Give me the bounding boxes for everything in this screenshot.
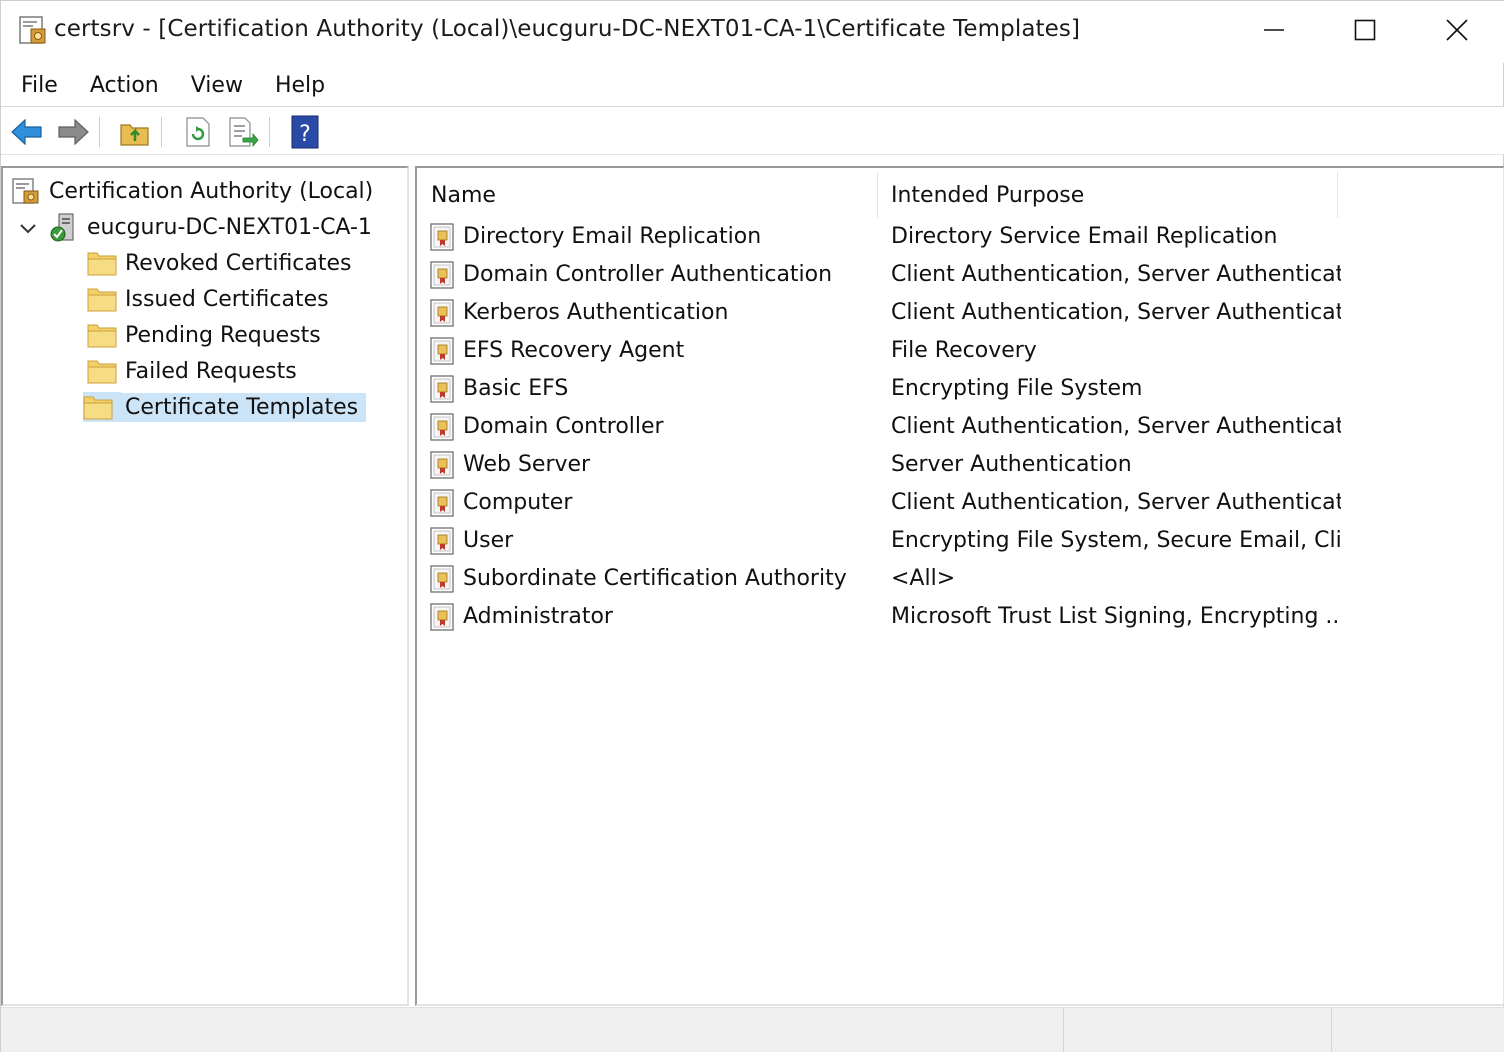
back-arrow-icon[interactable] <box>9 115 45 149</box>
title-bar: certsrv - [Certification Authority (Loca… <box>1 1 1504 63</box>
list-item[interactable]: User Encrypting File System, Secure Email… <box>417 524 1503 562</box>
menu-action[interactable]: Action <box>74 65 175 107</box>
template-name: Computer <box>463 490 573 515</box>
toolbar-divider <box>1 154 1504 155</box>
certificate-template-icon <box>429 488 457 518</box>
maximize-icon[interactable] <box>1319 1 1411 59</box>
folder-icon <box>87 248 117 278</box>
minimize-icon[interactable] <box>1228 1 1320 59</box>
template-name: Domain Controller Authentication <box>463 262 833 287</box>
template-name: EFS Recovery Agent <box>463 338 685 363</box>
tree-item-failed-requests[interactable]: Failed Requests <box>87 354 297 388</box>
template-intended-purpose: Server Authentication <box>891 452 1132 477</box>
certificate-template-icon <box>429 526 457 556</box>
tree-item-ca-server[interactable]: eucguru-DC-NEXT01-CA-1 <box>49 210 372 244</box>
toolbar-separator <box>269 117 270 147</box>
folder-icon <box>87 320 117 350</box>
folder-icon <box>87 356 117 386</box>
template-name: Kerberos Authentication <box>463 300 729 325</box>
help-icon[interactable]: ? <box>287 115 323 149</box>
tree-label: Certification Authority (Local) <box>49 178 374 204</box>
console-tree-pane[interactable]: Certification Authority (Local) eucguru-… <box>1 166 409 1006</box>
certificate-template-icon <box>429 260 457 290</box>
certificate-template-icon <box>429 298 457 328</box>
template-intended-purpose: Client Authentication, Server Authentica… <box>891 262 1341 287</box>
toolbar-separator <box>161 117 162 147</box>
list-item[interactable]: Administrator Microsoft Trust List Signin… <box>417 600 1503 638</box>
window-title: certsrv - [Certification Authority (Loca… <box>54 16 1081 42</box>
template-name: Domain Controller <box>463 414 664 439</box>
tree-label: Issued Certificates <box>125 286 329 312</box>
menu-file[interactable]: File <box>1 65 74 107</box>
column-divider[interactable] <box>1337 172 1338 218</box>
svg-text:?: ? <box>299 122 311 147</box>
tree-label: Certificate Templates <box>121 392 367 422</box>
close-icon[interactable] <box>1411 1 1503 59</box>
tree-label: Revoked Certificates <box>125 250 352 276</box>
template-name: Administrator <box>463 604 613 629</box>
tree-label: Pending Requests <box>125 322 321 348</box>
list-item[interactable]: Subordinate Certification Authority <All> <box>417 562 1503 600</box>
template-name: User <box>463 528 514 553</box>
list-item[interactable]: Domain Controller Client Authentication, … <box>417 410 1503 448</box>
up-folder-icon[interactable] <box>117 115 153 149</box>
template-intended-purpose: Encrypting File System, Secure Email, Cl… <box>891 528 1341 553</box>
certificate-template-icon <box>429 412 457 442</box>
chevron-down-icon[interactable] <box>17 218 39 240</box>
forward-arrow-icon[interactable] <box>55 115 91 149</box>
ca-root-icon <box>11 176 41 206</box>
certsrv-app-icon[interactable] <box>17 15 49 47</box>
certificate-template-icon <box>429 450 457 480</box>
mmc-window: certsrv - [Certification Authority (Loca… <box>0 0 1504 1052</box>
certificate-template-icon <box>429 602 457 632</box>
list-item[interactable]: Kerberos Authentication Client Authentica… <box>417 296 1503 334</box>
template-intended-purpose: Client Authentication, Server Authentica… <box>891 300 1341 325</box>
menu-help[interactable]: Help <box>259 65 341 107</box>
certificate-template-icon <box>429 564 457 594</box>
certificate-template-icon <box>429 222 457 252</box>
template-intended-purpose: <All> <box>891 566 956 591</box>
folder-icon <box>83 392 121 422</box>
template-intended-purpose: Encrypting File System <box>891 376 1143 401</box>
tree-item-certificate-templates[interactable]: Certificate Templates <box>83 390 367 424</box>
template-intended-purpose: Directory Service Email Replication <box>891 224 1278 249</box>
template-name: Subordinate Certification Authority <box>463 566 847 591</box>
certificate-template-icon <box>429 336 457 366</box>
tree-item-revoked-certificates[interactable]: Revoked Certificates <box>87 246 352 280</box>
template-name: Web Server <box>463 452 591 477</box>
tree-item-issued-certificates[interactable]: Issued Certificates <box>87 282 329 316</box>
toolbar-separator <box>99 117 100 147</box>
toolbar: ? <box>1 107 1504 155</box>
tree-item-ca-root[interactable]: Certification Authority (Local) <box>11 174 373 208</box>
status-segment <box>1063 1008 1331 1052</box>
status-segment <box>1331 1008 1504 1052</box>
list-item[interactable]: Directory Email Replication Directory Ser… <box>417 220 1503 258</box>
template-intended-purpose: Client Authentication, Server Authentica… <box>891 414 1341 439</box>
column-header-name[interactable]: Name <box>417 168 877 218</box>
list-item[interactable]: Basic EFS Encrypting File System <box>417 372 1503 410</box>
tree-label: eucguru-DC-NEXT01-CA-1 <box>87 214 372 240</box>
folder-icon <box>87 284 117 314</box>
certificate-template-icon <box>429 374 457 404</box>
details-pane[interactable]: Name Intended Purpose Directory Email Re… <box>415 166 1504 1006</box>
status-bar <box>1 1007 1504 1052</box>
export-list-icon[interactable] <box>225 115 261 149</box>
list-item[interactable]: Computer Client Authentication, Server Au… <box>417 486 1503 524</box>
tree-item-pending-requests[interactable]: Pending Requests <box>87 318 321 352</box>
template-intended-purpose: Client Authentication, Server Authentica… <box>891 490 1341 515</box>
template-name: Directory Email Replication <box>463 224 762 249</box>
column-header-intended-purpose[interactable]: Intended Purpose <box>877 168 1337 218</box>
list-item[interactable]: EFS Recovery Agent File Recovery <box>417 334 1503 372</box>
template-intended-purpose: File Recovery <box>891 338 1037 363</box>
list-header: Name Intended Purpose <box>417 168 1503 218</box>
list-item[interactable]: Web Server Server Authentication <box>417 448 1503 486</box>
template-intended-purpose: Microsoft Trust List Signing, Encrypting… <box>891 604 1341 629</box>
menu-view[interactable]: View <box>175 65 259 107</box>
ca-server-icon <box>49 212 79 242</box>
tree-label: Failed Requests <box>125 358 297 384</box>
refresh-icon[interactable] <box>180 115 216 149</box>
menu-bar: File Action View Help <box>1 65 1504 107</box>
list-item[interactable]: Domain Controller Authentication Client A… <box>417 258 1503 296</box>
template-name: Basic EFS <box>463 376 569 401</box>
